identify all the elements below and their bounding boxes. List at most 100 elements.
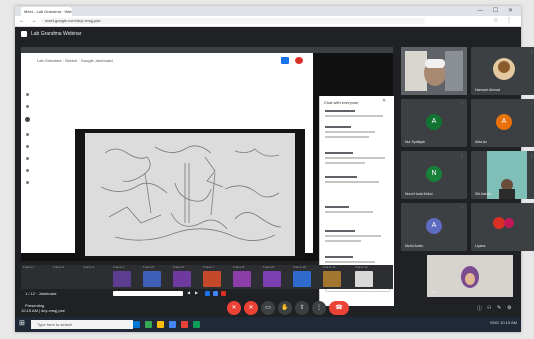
meet-control-bar: 10:15 AM | dcy-vmqj-pse ✕ ✕ ▭ ✋ ⇧ ⋮ ☎ ⓘ … [15,297,521,317]
chrome-icon[interactable] [169,321,176,328]
app-icon[interactable] [145,321,152,328]
select-tool-icon[interactable] [25,117,30,122]
meeting-title: Lab Grandma Webinar [31,31,82,37]
chat-message [325,211,373,213]
app-icon[interactable] [181,321,188,328]
frame-add-icon[interactable] [205,291,210,296]
participant-tile[interactable]: ⋮ Liyana [471,203,534,251]
frame-delete-icon[interactable] [221,291,226,296]
more-options-icon[interactable]: ⋮ [530,101,534,106]
eraser-tool-icon[interactable] [26,105,29,108]
browser-tab-bar: Meet - Lab Grandma · Webinar — ☐ ✕ [15,6,521,16]
frame-thumbnail[interactable] [263,271,281,287]
participant-name: Siti Aishah [475,192,492,196]
browser-menu-icons[interactable]: ☆ ⋮ [493,17,515,24]
frame-thumbnail[interactable] [113,271,131,287]
activities-icon[interactable]: ⚙ [507,305,511,311]
participant-tile[interactable]: N ⋮ Nurul Huda Mohd [401,151,467,199]
frame-label: Frame 6 [173,265,185,269]
frame-thumbnail[interactable] [293,271,311,287]
zoom-icon[interactable]: ⤢ [367,290,370,295]
chat-message [325,181,379,183]
play-icon[interactable]: ▶ [195,290,198,295]
frame-thumbnail[interactable] [173,271,191,287]
task-view-icon[interactable] [133,321,140,328]
chat-message [325,110,355,112]
participant-tile[interactable]: ⋮ Siti Aishah [471,151,534,199]
captions-icon[interactable]: ▭ [261,301,275,315]
end-call-button[interactable]: ☎ [329,301,349,315]
raise-hand-icon[interactable]: ✋ [278,301,292,315]
chat-message [325,206,349,208]
more-options-icon[interactable]: ⋮ [460,153,464,158]
more-options-icon[interactable]: ⋮ [506,257,510,262]
frame-duplicate-icon[interactable] [213,291,218,296]
laser-tool-icon[interactable] [26,181,29,184]
more-options-icon[interactable]: ⋮ [312,301,326,315]
chat-icon[interactable]: ✎ [497,305,501,311]
system-tray[interactable]: ENG 10:15 AM [490,320,517,325]
more-options-icon[interactable]: ⋮ [460,205,464,210]
text-tool-icon[interactable] [26,169,29,172]
participant-name: Liyana [475,244,486,248]
meet-header: Lab Grandma Webinar [15,27,521,41]
image-tool-icon[interactable] [26,145,29,148]
whiteboard-frame [75,129,305,259]
app-icon[interactable] [193,321,200,328]
meet-logo-icon [21,31,27,37]
frame-label: Frame 7 [203,265,215,269]
present-icon[interactable]: ⇧ [295,301,309,315]
frame-label: Frame 8 [233,265,245,269]
shape-tool-icon[interactable] [26,157,29,160]
participant-tile[interactable]: ⋮ [401,47,467,95]
camera-off-icon[interactable]: ✕ [244,301,258,315]
frame-label: Frame 3 [83,265,95,269]
browser-tab[interactable]: Meet - Lab Grandma · Webinar [21,7,72,16]
more-options-icon[interactable]: ⋮ [460,101,464,106]
file-explorer-icon[interactable] [157,321,164,328]
sticky-note-icon[interactable] [26,133,29,136]
frame-scrubber[interactable] [113,291,183,296]
shared-doc-title: Lab Grandma · Sketch · Google Jamboard [37,58,113,63]
participant-avatar: A [426,218,442,234]
more-options-icon[interactable]: ⋮ [460,49,464,54]
taskbar-search[interactable]: Type here to search [31,320,133,329]
close-icon[interactable]: ✕ [382,98,386,104]
self-view-tile[interactable]: ⋮ You [427,255,513,297]
info-icon[interactable]: ⓘ [477,305,482,312]
chat-message [325,240,361,242]
participant-name: Aida Az [475,140,487,144]
people-icon[interactable]: ⚇ [487,305,491,311]
frame-thumbnail[interactable] [355,271,373,287]
window-controls[interactable]: — ☐ ✕ [477,7,517,14]
frame-label: Frame 10 [293,265,306,269]
frame-thumbnail[interactable] [323,271,341,287]
mic-off-icon[interactable]: ✕ [227,301,241,315]
frame-thumbnail[interactable] [233,271,251,287]
participant-video [401,47,467,95]
share-button[interactable] [281,57,289,64]
pen-tool-icon[interactable] [26,93,29,96]
more-options-icon[interactable]: ⋮ [530,49,534,54]
participant-name: Nurul Huda Mohd [405,192,433,196]
address-field[interactable]: meet.google.com/dcy-vmqj-pse [41,18,425,24]
windows-start-icon[interactable]: ⊞ [19,320,27,328]
participant-tile[interactable]: A ⋮ Aida Az [471,99,534,147]
chat-message [325,152,353,154]
frame-thumbnail[interactable] [203,271,221,287]
more-options-icon[interactable]: ⋮ [530,205,534,210]
participant-avatar: A [496,114,512,130]
chat-message [325,131,375,133]
chat-message [325,176,357,178]
participant-tile[interactable]: A ⋮ Nur Syafiqah [401,99,467,147]
fullscreen-icon[interactable]: ⛶ [377,290,380,295]
participant-name: Hamzah Ahmad [475,88,500,92]
participant-tile[interactable]: ⋮ Hamzah Ahmad [471,47,534,95]
frame-label: Frame 12 [355,265,368,269]
prev-icon[interactable]: ◀ [187,290,190,295]
address-bar-row: ← → ⟳ meet.google.com/dcy-vmqj-pse ☆ ⋮ [15,16,521,27]
participant-tile[interactable]: A ⋮ Mohd Azlan [401,203,467,251]
frame-thumbnail[interactable] [143,271,161,287]
user-avatar[interactable] [295,57,303,64]
more-options-icon[interactable]: ⋮ [530,153,534,158]
